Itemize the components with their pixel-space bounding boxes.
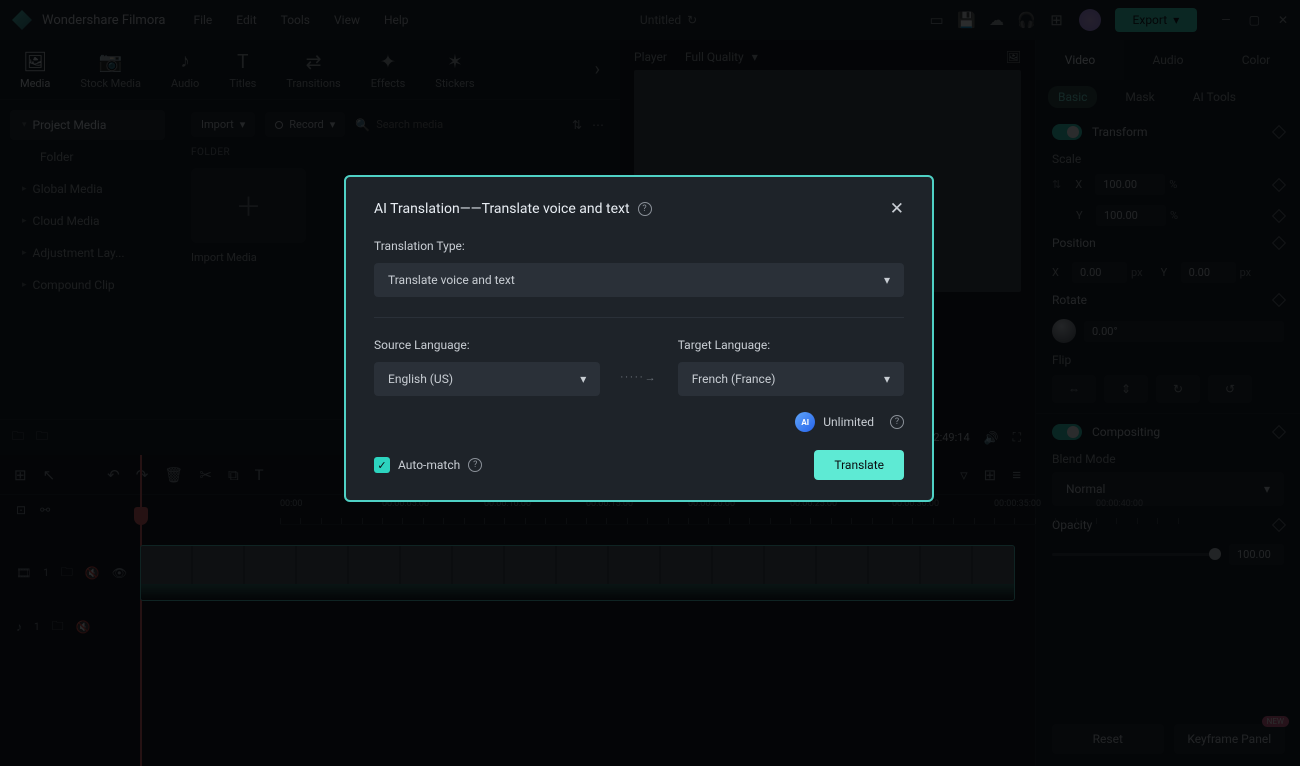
automatch-label: Auto-match — [398, 458, 460, 472]
info-icon[interactable]: ? — [468, 458, 482, 472]
modal-title: AI Translation——Translate voice and text — [374, 201, 630, 217]
source-lang-select[interactable]: English (US)▾ — [374, 362, 600, 396]
ai-translation-modal: AI Translation——Translate voice and text… — [344, 175, 934, 502]
translate-button[interactable]: Translate — [814, 450, 904, 480]
automatch-checkbox[interactable]: ✓ — [374, 457, 390, 473]
info-icon[interactable]: ? — [890, 415, 904, 429]
target-lang-label: Target Language: — [678, 338, 904, 352]
translation-type-select[interactable]: Translate voice and text▾ — [374, 263, 904, 297]
arrow-icon: ·····→ — [620, 371, 657, 396]
close-icon[interactable]: ✕ — [890, 199, 904, 219]
source-lang-label: Source Language: — [374, 338, 600, 352]
info-icon[interactable]: ? — [638, 202, 652, 216]
translation-type-label: Translation Type: — [374, 239, 904, 253]
ai-badge-icon: AI — [795, 412, 815, 432]
chevron-down-icon: ▾ — [580, 372, 586, 386]
target-lang-select[interactable]: French (France)▾ — [678, 362, 904, 396]
chevron-down-icon: ▾ — [884, 273, 890, 287]
chevron-down-icon: ▾ — [884, 372, 890, 386]
credits-label: Unlimited — [823, 415, 874, 429]
